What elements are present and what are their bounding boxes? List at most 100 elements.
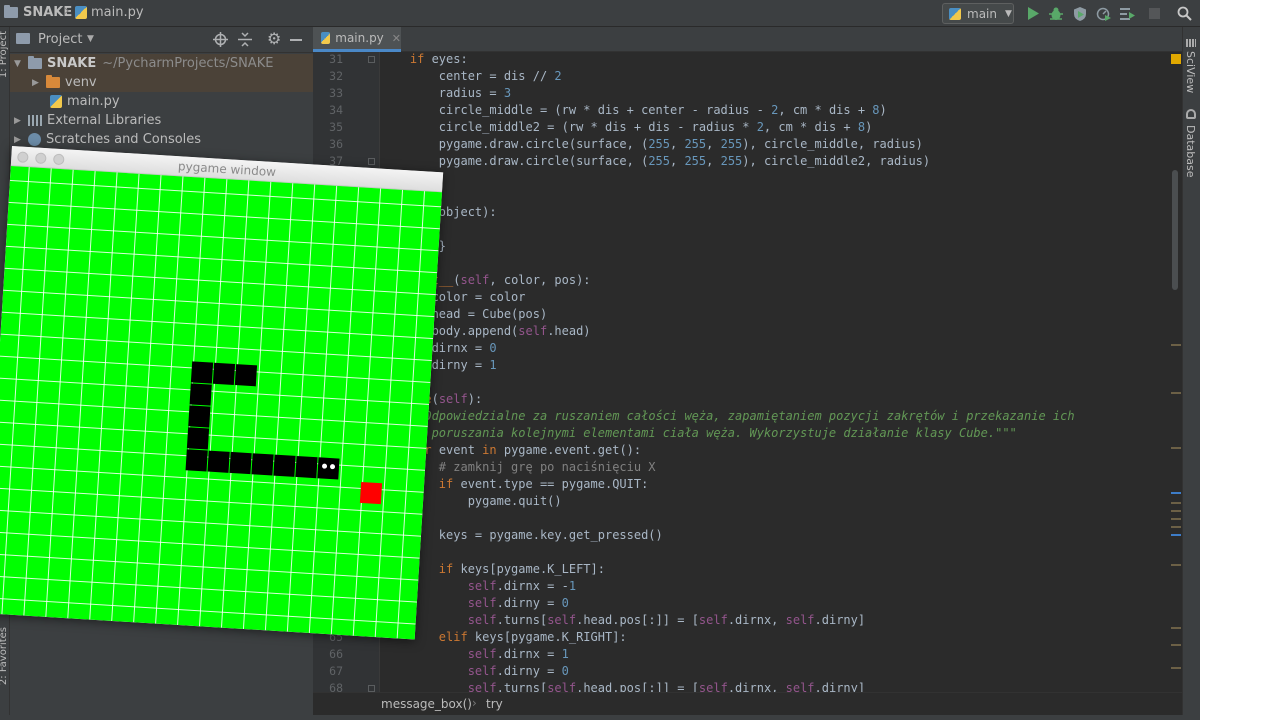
stripe-marker[interactable] — [1171, 564, 1181, 566]
editor-scrollbar[interactable] — [1170, 52, 1182, 692]
python-file-icon — [50, 95, 62, 108]
game-board[interactable] — [0, 165, 444, 640]
code-line: circle_middle2 = (rw * dis + dis - radiu… — [381, 120, 873, 134]
line-number: 31 — [329, 52, 343, 66]
breadcrumb-item[interactable]: message_box() — [381, 697, 472, 711]
nav-crumb-file[interactable]: main.py — [75, 5, 144, 20]
close-icon[interactable]: ✕ — [392, 32, 401, 45]
tree-item-external-libraries[interactable]: ▶ External Libraries — [10, 111, 313, 130]
stripe-marker[interactable] — [1171, 667, 1181, 669]
favorites-tool-tab[interactable]: 2: Favorites — [0, 627, 9, 685]
chevron-right-icon: ▶ — [14, 115, 21, 126]
stripe-marker[interactable] — [1171, 492, 1181, 494]
code-line: self.dirnx = 1 — [467, 647, 569, 661]
snake-segment — [234, 364, 258, 387]
stripe-marker[interactable] — [1171, 502, 1181, 504]
caret-down-icon: ▼ — [1004, 8, 1012, 19]
stop-button[interactable] — [1146, 5, 1163, 22]
hide-panel-icon[interactable] — [290, 39, 302, 41]
stripe-marker[interactable] — [1171, 644, 1181, 646]
line-number: 35 — [329, 120, 343, 134]
snake-segment — [185, 449, 208, 472]
run-button[interactable] — [1024, 5, 1041, 22]
tree-item-project-root[interactable]: ▼ SNAKE ~/PycharmProjects/SNAKE — [10, 54, 313, 73]
code-line: if eyes: — [409, 52, 468, 66]
library-icon — [28, 115, 42, 126]
snake-head — [317, 457, 340, 480]
stripe-marker[interactable] — [1171, 510, 1181, 512]
snake-eye — [329, 464, 336, 470]
tree-item-main-py[interactable]: main.py — [10, 92, 313, 111]
code-editor[interactable]: if eyes: center = dis // 2 radius = 3 ci… — [381, 52, 1171, 692]
nav-crumb-project[interactable]: SNAKE — [4, 5, 72, 20]
chevron-right-icon: ▶ — [32, 77, 39, 88]
code-line: elif keys[pygame.K_RIGHT]: — [438, 630, 627, 644]
chevron-right-icon: ▶ — [14, 134, 21, 145]
right-tool-stripe: SciView Database — [1182, 27, 1200, 720]
locate-target-icon[interactable] — [213, 32, 228, 47]
tab-main-py[interactable]: main.py ✕ — [313, 27, 401, 52]
run-configuration-select[interactable]: main ▼ — [942, 3, 1014, 24]
caret-down-icon[interactable]: ▼ — [87, 34, 94, 44]
search-everywhere-button[interactable] — [1176, 5, 1193, 22]
food-cube — [359, 481, 383, 505]
shield-icon — [1073, 6, 1086, 21]
fold-marker-icon[interactable] — [368, 685, 375, 692]
folder-icon — [4, 5, 18, 18]
python-file-icon — [75, 6, 87, 19]
snake-segment — [212, 362, 236, 385]
fold-marker-icon[interactable] — [368, 56, 375, 63]
tree-item-label: venv — [65, 75, 97, 90]
search-icon — [1177, 6, 1192, 21]
stripe-marker[interactable] — [1171, 518, 1181, 520]
snake-segment — [295, 455, 318, 479]
fold-marker-icon[interactable] — [368, 158, 375, 165]
line-number: 36 — [329, 137, 343, 151]
stop-icon — [1149, 8, 1160, 19]
code-line: radius = 3 — [381, 86, 512, 100]
code-line: center = dis // 2 — [381, 69, 562, 83]
nav-file-name: main.py — [91, 5, 144, 20]
snake-segment — [186, 427, 210, 450]
bug-icon — [1048, 7, 1063, 20]
project-root-name: SNAKE — [47, 56, 97, 71]
warning-marker[interactable] — [1171, 54, 1181, 64]
collapse-all-icon[interactable] — [238, 32, 252, 47]
run-with-coverage-button[interactable] — [1071, 5, 1088, 22]
breadcrumb-item[interactable]: try — [486, 697, 503, 711]
stripe-marker[interactable] — [1171, 627, 1181, 629]
line-number: 67 — [329, 664, 343, 678]
tree-item-venv[interactable]: ▶ venv — [10, 73, 313, 92]
stripe-marker[interactable] — [1171, 526, 1181, 528]
code-line: keys = pygame.key.get_pressed() — [381, 528, 663, 542]
code-line: self.dirny = 0 — [467, 664, 569, 678]
line-number: 34 — [329, 103, 343, 117]
concurrency-diagram-button[interactable] — [1119, 5, 1136, 22]
folder-icon — [46, 75, 60, 88]
snake-segment — [273, 454, 296, 477]
code-line: do poruszania kolejnymi elementami ciała… — [409, 426, 1017, 440]
scroll-thumb[interactable] — [1172, 170, 1178, 290]
python-icon — [949, 7, 961, 20]
run-config-label: main — [967, 6, 997, 21]
project-view-select[interactable]: Project — [38, 32, 82, 47]
project-tool-tab[interactable]: 1: Project — [0, 31, 9, 78]
pygame-window[interactable]: pygame window — [0, 146, 444, 640]
stripe-marker[interactable] — [1171, 447, 1181, 449]
code-line: ""Odpowiedzialne za ruszaniem całości wę… — [409, 409, 1075, 423]
stripe-marker[interactable] — [1171, 392, 1181, 394]
stripe-marker[interactable] — [1171, 344, 1181, 346]
database-icon — [1186, 109, 1196, 119]
gear-icon[interactable]: ⚙ — [267, 29, 281, 48]
code-line: circle_middle = (rw * dis + center - rad… — [381, 103, 887, 117]
code-line: pygame.draw.circle(surface, (255, 255, 2… — [381, 154, 931, 168]
stripe-marker[interactable] — [1171, 534, 1181, 536]
database-tool-tab[interactable]: Database — [1184, 125, 1197, 178]
tree-item-scratches[interactable]: ▶ Scratches and Consoles — [10, 130, 313, 149]
profile-button[interactable] — [1095, 5, 1112, 22]
debug-button[interactable] — [1047, 5, 1064, 22]
sciview-tool-tab[interactable]: SciView — [1184, 51, 1197, 93]
play-icon — [1027, 7, 1039, 20]
profiler-icon — [1096, 7, 1111, 21]
editor-tab-bar: main.py ✕ — [313, 27, 1200, 52]
